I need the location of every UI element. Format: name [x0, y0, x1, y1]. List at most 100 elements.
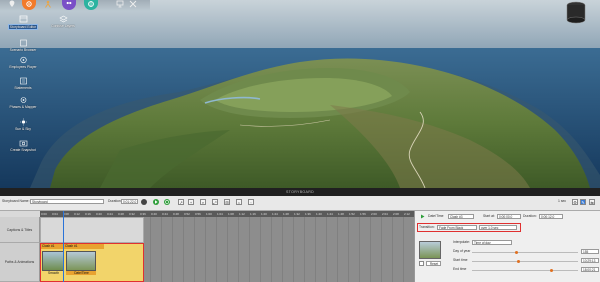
duration-input[interactable]: 0:00:12.0 — [539, 214, 563, 219]
tool-label: Storyboard Editor — [7, 24, 39, 30]
tool-scenario-browser[interactable]: Scenario Browser — [0, 39, 46, 52]
ruler-tick-label: 1:20 — [261, 211, 267, 216]
speed-label: 1 sec — [558, 199, 567, 203]
ruler-tick-label: 1:24 — [272, 211, 278, 216]
clip-preview-thumbnail — [419, 241, 441, 259]
track-headers: Captions & Titles Paths & Animations — [0, 211, 40, 282]
clip-sub-label-b: Date/Time — [66, 271, 96, 275]
ruler-tick-label: 1:32 — [294, 211, 300, 216]
view-cylinder-widget[interactable] — [562, 0, 590, 26]
ruler-tick-label: 2:04 — [382, 211, 388, 216]
ruler-tick-label: 1:56 — [360, 211, 366, 216]
start-at-label: Start at: — [483, 214, 495, 218]
edit-button[interactable]: ✎ — [580, 198, 586, 205]
clip-name-input[interactable]: Clash #3 — [448, 214, 474, 219]
transition-label: Transition: — [419, 225, 435, 229]
transition-select[interactable]: Fade From Black — [437, 225, 477, 230]
add-point-button[interactable]: + — [188, 198, 194, 205]
slider-knob[interactable] — [517, 259, 521, 263]
ruler-tick-label: 0:36 — [140, 211, 146, 216]
ruler-tick-label: 1:44 — [327, 211, 333, 216]
duration-input[interactable]: 0:01:22.0 — [121, 199, 138, 204]
timeline-playhead[interactable] — [63, 211, 64, 282]
camera-thumb-button[interactable] — [419, 261, 424, 266]
ruler-tick-label: 0:40 — [151, 211, 157, 216]
clip-b-label-bar[interactable]: Clash #1 — [64, 244, 104, 249]
tool-label: Phases & Mapper — [9, 105, 37, 109]
ruler-tick-label: 1:00 — [206, 211, 212, 216]
day-of-year-input[interactable]: 155 — [581, 249, 599, 254]
phases-icon — [19, 96, 28, 104]
play-button[interactable] — [153, 198, 159, 205]
storyboard-timeline[interactable]: 0:00 0:04 0:08 0:12 0:16 0:20 0:24 0:28 0:32 0:36… — [0, 211, 414, 282]
end-time-label: End time — [453, 267, 467, 271]
ruler-tick-label: 0:28 — [118, 211, 124, 216]
globe-icon — [87, 0, 95, 8]
tool-label: Scenario Browser — [9, 48, 37, 52]
clip-thumbnail-a[interactable] — [42, 251, 64, 271]
slider-knob[interactable] — [515, 250, 519, 254]
layers-icon — [58, 15, 68, 23]
props-title: Date/Time — [428, 214, 444, 218]
browser-icon — [19, 39, 28, 47]
ruler-tick-label: 0:52 — [184, 211, 190, 216]
expand-button[interactable]: ⤢ — [212, 198, 218, 205]
ruler-tick-label: 2:08 — [393, 211, 399, 216]
track-header-paths[interactable]: Paths & Animations — [0, 243, 40, 282]
tools-icon — [129, 0, 137, 8]
ruler-tick-label: 0:00 — [41, 211, 47, 216]
sun-icon — [19, 118, 28, 126]
play-icon — [155, 199, 158, 204]
captions-lane[interactable] — [40, 217, 144, 243]
clip-properties-panel: Date/Time Clash #3 Start at: 0:00:00.0 D… — [414, 211, 600, 282]
tool-sun-sky[interactable]: Sun & Sky — [0, 118, 46, 131]
ruler-tick-label: 0:56 — [195, 211, 201, 216]
transition-time-select[interactable]: over 1.0 sec — [479, 225, 517, 230]
ruler-tick-label: 0:24 — [107, 211, 113, 216]
ruler-tick-label: 1:36 — [305, 211, 311, 216]
clip-sub-label-a: Smooth — [48, 271, 59, 275]
ruler-tick-label: 0:16 — [85, 211, 91, 216]
camera-icon — [19, 139, 28, 147]
ruler-tick-label: 1:04 — [217, 211, 223, 216]
tool-label: Statements — [14, 86, 32, 90]
tool-label: Create Snapshot — [10, 148, 36, 152]
start-time-input[interactable]: 10:29:13 — [581, 258, 599, 263]
3d-viewport[interactable]: Storyboard Editor Confuse Layers Scenari… — [0, 0, 600, 188]
reset-button[interactable]: Reset — [426, 261, 441, 266]
tool-create-snapshot[interactable]: Create Snapshot — [0, 139, 46, 152]
ruler-tick-label: 1:08 — [228, 211, 234, 216]
end-time-input[interactable]: 18:00:21 — [581, 267, 599, 272]
slider-knob[interactable] — [550, 268, 553, 272]
storyboard-title-bar: STORYBOARD — [0, 188, 600, 196]
link-button[interactable]: ⇆ — [589, 198, 595, 205]
day-of-year-label: Day of year — [453, 249, 471, 253]
interpolate-select[interactable]: Time of day — [472, 240, 512, 245]
tool-statements[interactable]: Statements — [0, 77, 46, 90]
start-time-slider[interactable] — [472, 259, 578, 263]
start-at-input[interactable]: 0:00:00.0 — [497, 214, 521, 219]
day-of-year-slider[interactable] — [472, 250, 578, 254]
clip-label: Clash #1 — [42, 244, 55, 248]
tool-employees-player[interactable]: Employees Player — [0, 56, 46, 69]
zoom-button[interactable]: ⌕ — [200, 198, 206, 205]
end-time-slider[interactable] — [472, 268, 578, 272]
gear-icon — [25, 0, 33, 8]
settings-small-button[interactable]: ⚙ — [572, 198, 578, 205]
play-loop-button[interactable] — [164, 198, 170, 205]
camera-path-button[interactable]: ↗ — [178, 198, 184, 205]
track-header-captions[interactable]: Captions & Titles — [0, 217, 40, 243]
statements-icon — [19, 77, 28, 85]
play-clip-button[interactable] — [420, 214, 425, 219]
clip-label: Clash #1 — [65, 244, 78, 248]
storyboard-name-input[interactable]: Storyboard — [30, 199, 104, 204]
ruler-tick-label: 0:32 — [129, 211, 135, 216]
tool-layers[interactable]: Confuse Layers — [40, 15, 86, 28]
options-button[interactable]: ◦ — [248, 198, 254, 205]
tool-phases-mapper[interactable]: Phases & Mapper — [0, 96, 46, 109]
clip-thumbnail-b[interactable] — [66, 251, 96, 271]
split-button[interactable]: ⊞ — [224, 198, 230, 205]
ruler-tick-label: 0:48 — [173, 211, 179, 216]
light-button[interactable]: ☼ — [236, 198, 242, 205]
record-button[interactable] — [141, 198, 147, 205]
